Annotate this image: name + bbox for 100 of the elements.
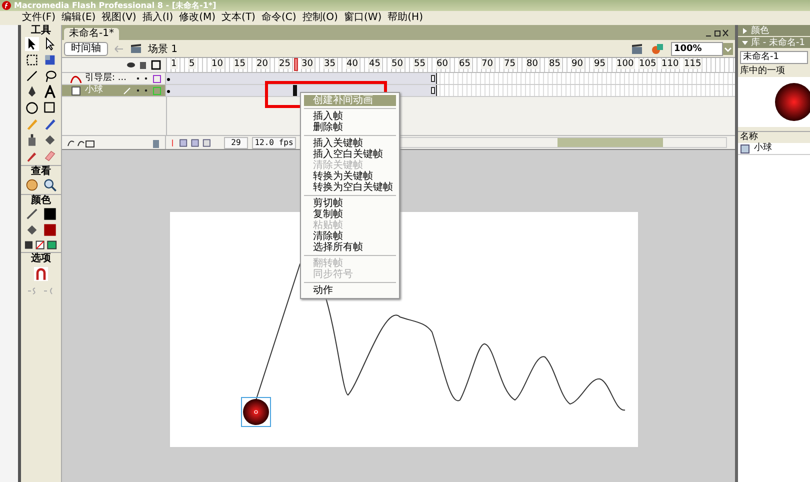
frame-number: 10 xyxy=(210,59,224,69)
layer-header-icon xyxy=(126,60,162,70)
frame-number: 110 xyxy=(660,59,680,69)
tools-title: 工具 xyxy=(31,25,51,37)
color-section-title: 颜色 xyxy=(21,194,61,207)
frame-number: 80 xyxy=(526,59,539,69)
menu-item[interactable]: 命令(C) xyxy=(261,12,296,24)
context-menu-item[interactable]: 插入关键帧 xyxy=(301,138,399,149)
panel-title: 颜色 xyxy=(751,24,769,37)
guide-layer-icon xyxy=(70,74,82,84)
line-tool-icon[interactable] xyxy=(25,69,39,83)
layer-outline-color[interactable] xyxy=(153,86,161,94)
frame-rate-field: 12.0 fps xyxy=(252,136,296,148)
timeline-button[interactable]: 时间轴 xyxy=(64,42,108,56)
stroke-color-icon[interactable] xyxy=(25,207,39,221)
scene-name: 场景 1 xyxy=(148,42,178,56)
frame-number: 100 xyxy=(616,59,635,69)
frame-number: 95 xyxy=(593,59,606,69)
context-menu-item[interactable]: 剪切帧 xyxy=(301,198,399,209)
layer-icon xyxy=(70,86,82,96)
menu-item[interactable]: 编辑(E) xyxy=(62,12,96,24)
trash-icon[interactable] xyxy=(151,138,161,148)
gradient-tool-icon[interactable] xyxy=(43,53,57,67)
frame-number: 105 xyxy=(638,59,658,69)
layer-outline-color[interactable] xyxy=(153,74,161,82)
library-item[interactable]: 小球 xyxy=(738,143,810,154)
app-logo-icon xyxy=(2,1,11,10)
context-menu-item[interactable]: 插入空白关键帧 xyxy=(301,149,399,160)
menu-item[interactable]: 控制(O) xyxy=(302,12,338,24)
frame-number: 85 xyxy=(548,59,562,69)
layer-name: 引导层: ... xyxy=(85,73,126,84)
edit-scene-icon[interactable] xyxy=(631,42,645,54)
transform-tool-icon[interactable] xyxy=(25,53,39,67)
zoom-field[interactable]: 100% xyxy=(671,42,723,56)
frame-number: 40 xyxy=(346,59,359,69)
rect-tool-icon[interactable] xyxy=(43,101,57,115)
lasso-tool-icon[interactable] xyxy=(43,69,57,83)
frame-number: 60 xyxy=(436,59,449,69)
pencil-icon xyxy=(123,86,131,94)
collapsed-arrow-icon xyxy=(742,28,748,34)
window-title: Macromedia Flash Professional 8 - [未命名-1*] xyxy=(14,0,216,10)
frame-number: 75 xyxy=(503,59,516,69)
menu-item[interactable]: 插入(I) xyxy=(142,12,174,24)
frame-number: 65 xyxy=(458,59,472,69)
magnet-icon[interactable] xyxy=(34,267,48,281)
library-item-name: 小球 xyxy=(754,143,772,154)
color-buttons-icon[interactable] xyxy=(24,240,58,250)
frame-number: 50 xyxy=(390,59,404,69)
keyframe-dot xyxy=(167,78,170,81)
brush-tool-icon[interactable] xyxy=(43,117,57,131)
hand-tool-icon[interactable] xyxy=(25,178,39,192)
frame-number: 45 xyxy=(368,59,382,69)
frame-number: 15 xyxy=(233,59,246,69)
frame-number: 30 xyxy=(300,59,314,69)
ball-preview-drawing xyxy=(774,82,810,122)
layer-name: 小球 xyxy=(85,85,103,96)
context-menu-item[interactable]: 复制帧 xyxy=(301,209,399,220)
context-menu-item[interactable]: 转换为关键帧 xyxy=(301,171,399,182)
menu-item[interactable]: 窗口(W) xyxy=(344,12,382,24)
document-tab[interactable]: 未命名-1* xyxy=(64,28,119,40)
view-section-title: 查看 xyxy=(21,165,61,178)
context-menu-item[interactable]: 选择所有帧 xyxy=(301,242,399,253)
menu-item[interactable]: 视图(V) xyxy=(102,12,136,24)
subselect-tool-icon[interactable] xyxy=(43,37,57,51)
edit-symbols-icon[interactable] xyxy=(651,42,665,54)
window-controls-icon[interactable] xyxy=(705,29,729,37)
library-select[interactable]: 未命名-1 xyxy=(740,51,808,64)
context-menu-item[interactable]: 插入帧 xyxy=(301,111,399,122)
context-menu-item[interactable]: 转换为空白关键帧 xyxy=(301,182,399,193)
arrow-tool-icon[interactable] xyxy=(25,37,39,51)
frame-number: 35 xyxy=(323,59,336,69)
frame-number: 20 xyxy=(256,59,269,69)
menu-item[interactable]: 修改(M) xyxy=(179,12,216,24)
symbol-icon xyxy=(740,144,750,154)
clapper-icon xyxy=(130,44,142,54)
ball-drawing xyxy=(241,397,271,427)
oval-tool-icon[interactable] xyxy=(25,101,39,115)
options-section-title: 选项 xyxy=(21,252,61,265)
keyframe-dot xyxy=(167,90,170,93)
context-menu-item[interactable]: 清除帧 xyxy=(301,231,399,242)
frame-number: 25 xyxy=(278,59,292,69)
menu-item[interactable]: 帮助(H) xyxy=(388,12,423,24)
fill-swatch-icon[interactable] xyxy=(43,223,57,237)
menu-item[interactable]: 文件(F) xyxy=(22,12,56,24)
context-menu-item[interactable]: 删除帧 xyxy=(301,122,399,133)
stroke-swatch-icon[interactable] xyxy=(43,207,57,221)
expanded-arrow-icon xyxy=(742,40,748,46)
context-menu-item[interactable]: 动作 xyxy=(301,285,399,296)
frame-track[interactable] xyxy=(166,73,735,85)
frame-number: 55 xyxy=(413,59,426,69)
frame-ruler[interactable]: 1 5 10 15 20 25 30 35 40 45 50 55 60 65 70 75 80 85 90 95 100 105 110 115 xyxy=(167,58,735,72)
text-tool-icon[interactable] xyxy=(43,85,57,99)
menu-item[interactable]: 文本(T) xyxy=(222,12,256,24)
frame-number: 5 xyxy=(188,59,196,69)
zoom-tool-icon[interactable] xyxy=(43,178,57,192)
item-count-label: 库中的一项 xyxy=(739,66,786,77)
current-frame-field: 29 xyxy=(224,136,248,148)
panel-title: 库 - 未命名-1 xyxy=(751,36,805,49)
frame-number: 70 xyxy=(480,59,494,69)
frame-number: 1 xyxy=(170,59,178,69)
